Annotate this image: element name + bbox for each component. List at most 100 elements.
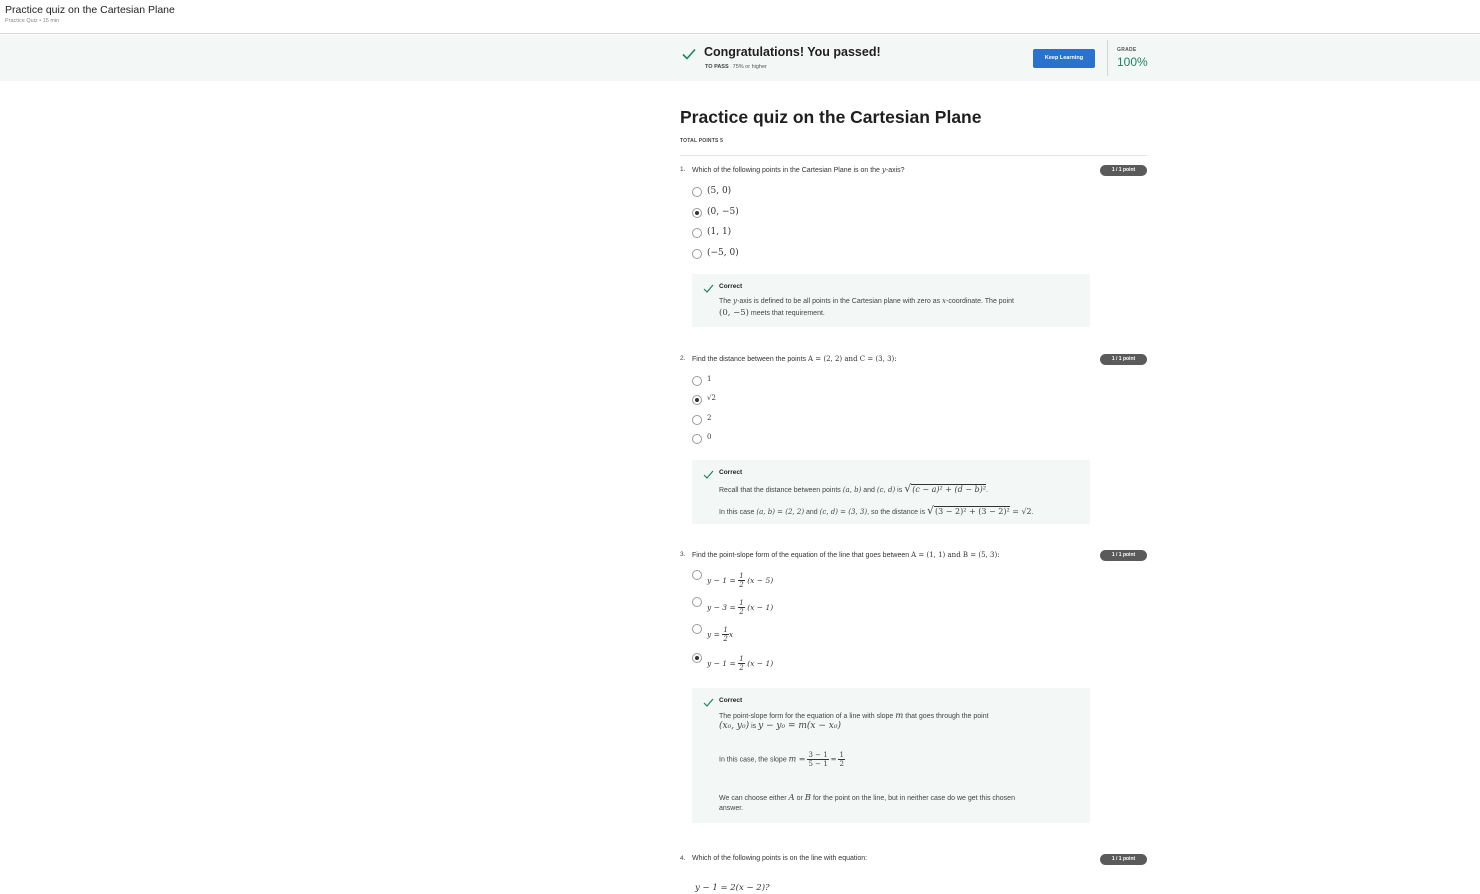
equation: y − 1 = 2(x − 2)? xyxy=(695,883,770,893)
points-badge: 1 / 1 point xyxy=(1100,854,1147,865)
feedback-text: The y-axis is defined to be all points i… xyxy=(719,297,1014,305)
math-expression: A = (1, 1) and B = (5, 3): xyxy=(911,551,1000,559)
feedback-text-part: meets that requirement. xyxy=(748,310,825,317)
question-text-part: -axis? xyxy=(885,167,905,174)
sqrt-sign: √ xyxy=(927,504,935,517)
radio-button-selected[interactable] xyxy=(692,653,702,663)
radio-button[interactable] xyxy=(692,434,702,444)
radio-button[interactable] xyxy=(692,228,702,238)
fraction: 12 xyxy=(738,599,745,616)
feedback-text-part: is xyxy=(895,487,905,494)
question-text: Which of the following points is on the … xyxy=(692,855,868,862)
feedback-box: Correct The point-slope form for the equ… xyxy=(692,688,1090,823)
fraction-denominator: 2 xyxy=(839,760,844,768)
feedback-text: In this case, the slope m = 3 − 15 − 1 =… xyxy=(719,751,845,768)
question-number: 3. xyxy=(680,551,686,558)
math-expression: = √2 xyxy=(1009,507,1032,516)
divider xyxy=(1107,40,1108,76)
feedback-text-part: , so the distance is xyxy=(867,509,928,516)
feedback-heading: Correct xyxy=(719,469,743,476)
math-expression: (x − 1) xyxy=(747,658,774,668)
math-expression: A = (2, 2) and C = (3, 3): xyxy=(807,355,897,363)
feedback-text-part: is xyxy=(749,723,759,730)
keep-learning-button[interactable]: Keep Learning xyxy=(1033,49,1095,68)
math-expression: (0, −5) xyxy=(719,308,749,318)
result-banner: Congratulations! You passed! TO PASS 75% … xyxy=(0,35,1480,81)
radio-button[interactable] xyxy=(692,415,702,425)
feedback-heading: Correct xyxy=(719,697,743,704)
feedback-text-part: . xyxy=(1031,509,1034,516)
check-icon xyxy=(703,470,714,479)
fraction-numerator: 1 xyxy=(738,655,745,664)
fraction-denominator: 2 xyxy=(739,581,744,589)
math-expression: (3 − 2)² + (3 − 2)² xyxy=(934,506,1010,516)
math-expression: (a, b) xyxy=(842,486,862,494)
feedback-text-part: and xyxy=(804,509,820,516)
fraction: 3 − 15 − 1 xyxy=(807,751,829,768)
question-text: Find the point-slope form of the equatio… xyxy=(692,551,1000,559)
fraction: 12 xyxy=(738,655,745,672)
points-badge: 1 / 1 point xyxy=(1100,550,1147,561)
to-pass-value: 75% or higher xyxy=(732,64,767,70)
radio-button[interactable] xyxy=(692,597,702,607)
divider xyxy=(680,155,1147,156)
feedback-box: Correct The y-axis is defined to be all … xyxy=(692,274,1090,327)
feedback-heading: Correct xyxy=(719,283,743,290)
fraction-numerator: 1 xyxy=(738,572,745,581)
question-text: Which of the following points in the Car… xyxy=(692,166,905,174)
feedback-text-part: Recall that the distance between points xyxy=(719,487,843,494)
option-label: y − 1 = 12 (x − 1) xyxy=(707,655,773,672)
feedback-text-part: In this case xyxy=(719,509,757,516)
check-icon xyxy=(703,698,714,707)
fraction-numerator: 1 xyxy=(838,751,845,760)
radio-button[interactable] xyxy=(692,376,702,386)
feedback-text: Recall that the distance between points … xyxy=(719,482,988,495)
feedback-text-part: and xyxy=(861,487,877,494)
option-label: √2 xyxy=(707,394,716,402)
radio-button[interactable] xyxy=(692,187,702,197)
total-points: TOTAL POINTS 5 xyxy=(680,138,724,144)
check-icon xyxy=(682,48,696,60)
fraction-numerator: 1 xyxy=(738,599,745,608)
feedback-text-part: The point-slope form for the equation of… xyxy=(719,713,896,720)
option-label: (0, −5) xyxy=(707,207,739,217)
top-bar: Practice quiz on the Cartesian Plane Pra… xyxy=(0,0,1480,34)
radio-button-selected[interactable] xyxy=(692,395,702,405)
math-expression: = xyxy=(830,755,837,764)
radio-button[interactable] xyxy=(692,624,702,634)
feedback-text-part: or xyxy=(794,795,805,802)
radio-button[interactable] xyxy=(692,249,702,259)
math-var: m = xyxy=(788,754,806,764)
math-expression: (x₀, y₀) xyxy=(719,721,750,731)
question-number: 2. xyxy=(680,355,686,362)
math-expression: y − 1 = xyxy=(707,575,736,585)
fraction-denominator: 5 − 1 xyxy=(808,760,828,768)
check-icon xyxy=(703,284,714,293)
question-text-part: Find the point-slope form of the equatio… xyxy=(692,552,912,559)
math-expression: y − 1 = xyxy=(707,658,736,668)
pass-message: Congratulations! You passed! xyxy=(704,45,881,59)
points-badge: 1 / 1 point xyxy=(1100,165,1147,176)
math-expression: (x − 1) xyxy=(747,602,774,612)
to-pass-label: TO PASS xyxy=(705,64,729,70)
fraction-numerator: 3 − 1 xyxy=(807,751,829,760)
math-expression: y = xyxy=(707,629,720,639)
question-text: Find the distance between the points A =… xyxy=(692,355,897,363)
question-number: 4. xyxy=(680,855,686,862)
radio-button-selected[interactable] xyxy=(692,208,702,218)
option-label: y − 3 = 12 (x − 1) xyxy=(707,599,773,616)
math-expression: (a, b) = (2, 2) xyxy=(756,508,805,516)
feedback-text-part: that goes through the point xyxy=(903,713,989,720)
course-title: Practice quiz on the Cartesian Plane xyxy=(5,4,175,16)
feedback-text: answer. xyxy=(719,805,744,812)
math-expression: (c, d) xyxy=(876,486,896,494)
feedback-text: We can choose either A or B for the poin… xyxy=(719,793,1015,803)
feedback-text-part: . xyxy=(985,487,988,494)
to-pass: TO PASS 75% or higher xyxy=(705,64,767,70)
math-expression: (c − a)² + (d − b)² xyxy=(911,484,986,494)
option-label: 1 xyxy=(707,375,712,383)
feedback-text-part: In this case, the slope xyxy=(719,756,789,764)
question-text-part: Find the distance between the points xyxy=(692,356,808,363)
option-label: y = 12x xyxy=(707,626,733,643)
radio-button[interactable] xyxy=(692,570,702,580)
